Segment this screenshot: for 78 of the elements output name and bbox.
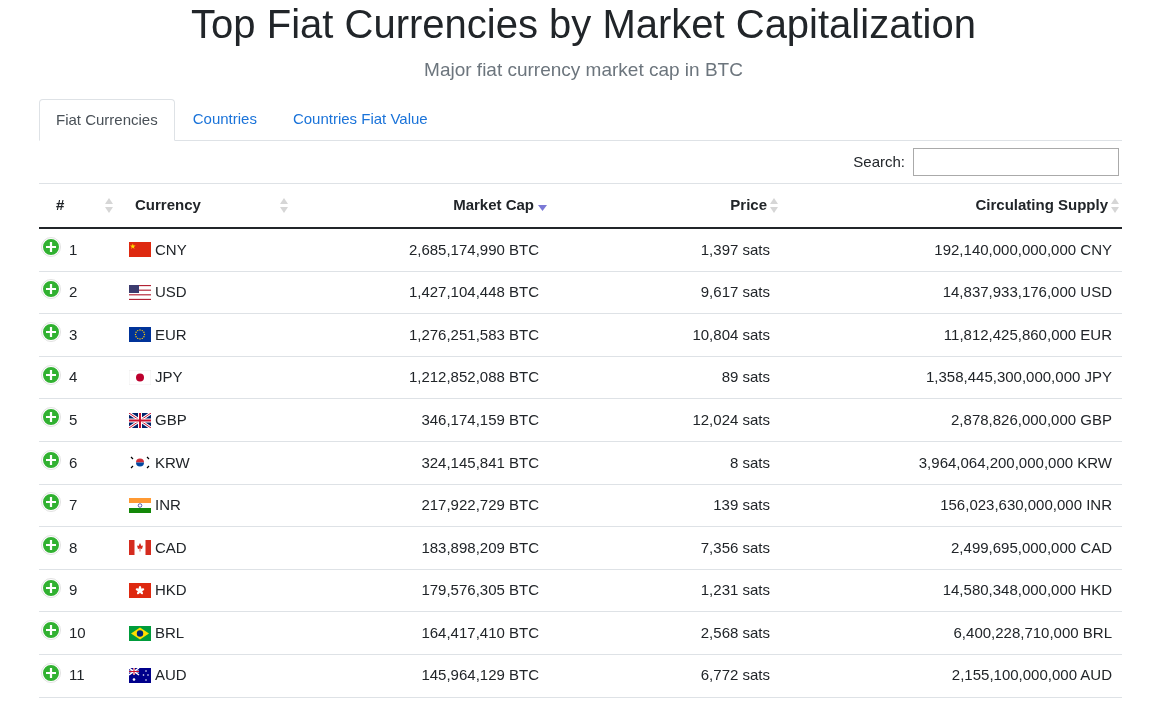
market-cap-cell-text: 217,922,729 BTC — [421, 495, 539, 516]
expand-plus-icon[interactable] — [41, 534, 61, 555]
page-title: Top Fiat Currencies by Market Capitalization — [191, 1, 976, 47]
market-cap-cell-text: 324,145,841 BTC — [421, 452, 539, 473]
column-header[interactable]: Currency — [120, 184, 295, 227]
market-cap-cell-text: 1,427,104,448 BTC — [408, 282, 539, 303]
supply-cell-text: 2,878,826,000,000 GBP — [951, 409, 1112, 430]
currency-code: BRL — [155, 622, 185, 643]
price-cell-text: 1,397 sats — [700, 239, 770, 260]
expand-plus-icon[interactable] — [41, 620, 61, 641]
column-header[interactable]: Market Cap — [295, 184, 550, 227]
rank-cell-text: 11 — [69, 665, 85, 686]
supply-cell-text: 192,140,000,000,000 CNY — [934, 239, 1112, 260]
market-cap-cell-text: 1,276,251,583 BTC — [408, 324, 539, 345]
supply-cell-text: 14,837,933,176,000 USD — [942, 282, 1112, 303]
supply-cell-text: 2,499,695,000,000 CAD — [951, 537, 1112, 558]
market-cap-cell-text: 1,212,852,088 BTC — [408, 367, 539, 388]
supply-cell-text: 11,812,425,860,000 EUR — [943, 324, 1112, 345]
expand-plus-icon[interactable] — [41, 492, 61, 513]
price-cell-text: 2,568 sats — [700, 622, 770, 643]
currency-code: INR — [155, 495, 181, 516]
expand-plus-icon[interactable] — [41, 407, 61, 428]
rank-cell-text: 10 — [69, 622, 86, 643]
currency-code: KRW — [155, 452, 190, 473]
supply-cell-text: 1,358,445,300,000,000 JPY — [926, 367, 1112, 388]
price-cell-text: 9,617 sats — [700, 282, 770, 303]
supply-cell-text: 14,580,348,000,000 HKD — [942, 580, 1112, 601]
rank-cell-text: 7 — [69, 495, 78, 516]
rank-cell-text: 4 — [69, 367, 78, 388]
price-cell-text: 6,772 sats — [700, 665, 770, 686]
expand-plus-icon[interactable] — [41, 364, 61, 385]
expand-plus-icon[interactable] — [41, 322, 61, 342]
column-header[interactable]: Price — [550, 184, 781, 227]
tab[interactable]: Countries Fiat Value — [274, 99, 446, 140]
expand-plus-icon[interactable] — [41, 662, 61, 683]
column-header[interactable]: Circulating Supply — [781, 184, 1122, 227]
rank-cell-text: 5 — [69, 409, 78, 430]
market-cap-cell-text: 346,174,159 BTC — [421, 409, 539, 430]
supply-cell-text: 2,155,100,000,000 AUD — [951, 665, 1112, 686]
rank-cell-text: 6 — [69, 452, 78, 473]
currency-code: JPY — [155, 367, 183, 388]
price-cell-text: 1,231 sats — [700, 580, 770, 601]
price-cell-text: 89 sats — [721, 367, 770, 388]
market-cap-cell-text: 183,898,209 BTC — [421, 537, 539, 558]
expand-plus-icon[interactable] — [41, 577, 61, 598]
market-cap-cell-text: 145,964,129 BTC — [421, 665, 539, 686]
currency-code: EUR — [155, 324, 187, 345]
market-cap-cell-text: 164,417,410 BTC — [421, 622, 539, 643]
expand-plus-icon[interactable] — [41, 279, 61, 300]
market-cap-cell-text: 2,685,174,990 BTC — [408, 239, 539, 260]
expand-plus-icon[interactable] — [41, 236, 61, 257]
search-label: Search: — [853, 151, 905, 172]
supply-cell-text: 3,964,064,200,000,000 KRW — [918, 452, 1112, 473]
search-field[interactable] — [913, 148, 1119, 176]
rank-cell-text: 8 — [69, 537, 78, 558]
supply-cell-text: 6,400,228,710,000 BRL — [953, 622, 1112, 643]
currency-code: USD — [155, 282, 187, 303]
price-cell-text: 7,356 sats — [700, 537, 770, 558]
currency-code: CAD — [155, 537, 187, 558]
rank-cell-text: 3 — [69, 324, 78, 345]
currency-code: GBP — [155, 409, 187, 430]
tab[interactable]: Fiat Currencies — [39, 99, 175, 141]
tab[interactable]: Countries — [174, 99, 275, 140]
currency-code: CNY — [155, 239, 187, 260]
price-cell-text: 8 sats — [729, 452, 770, 473]
price-cell-text: 10,804 sats — [692, 324, 770, 345]
currency-code: HKD — [155, 580, 187, 601]
rank-cell-text: 2 — [69, 282, 78, 303]
currency-code: AUD — [155, 665, 187, 686]
rank-cell-text: 1 — [69, 239, 78, 260]
expand-plus-icon[interactable] — [41, 449, 61, 470]
rank-cell-text: 9 — [69, 580, 78, 601]
price-cell-text: 139 sats — [713, 495, 770, 516]
page-subtitle: Major fiat currency market cap in BTC — [424, 58, 743, 82]
column-header[interactable]: # — [39, 184, 120, 227]
price-cell-text: 12,024 sats — [692, 409, 770, 430]
supply-cell-text: 156,023,630,000,000 INR — [940, 495, 1112, 516]
market-cap-cell-text: 179,576,305 BTC — [421, 580, 539, 601]
